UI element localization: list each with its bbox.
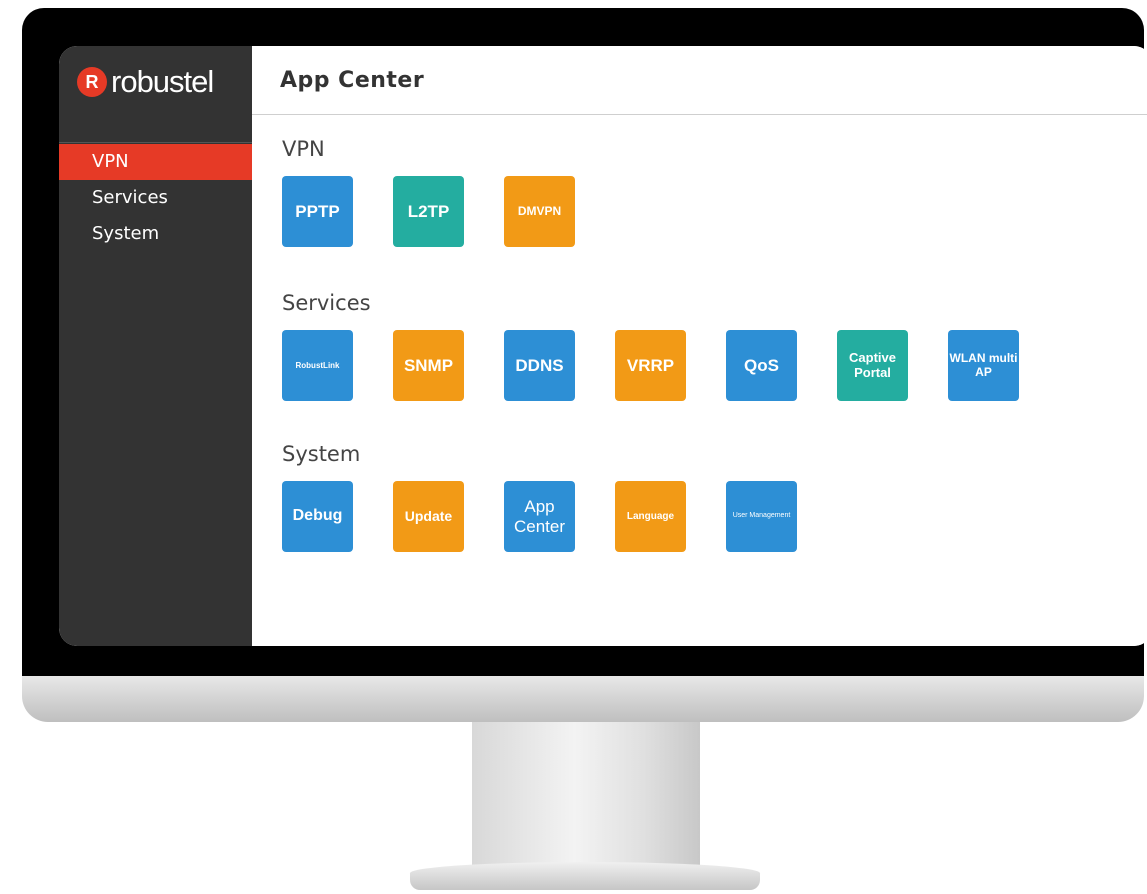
tile-row-vpn: PPTP L2TP DMVPN xyxy=(282,176,615,247)
tile-ddns[interactable]: DDNS xyxy=(504,330,575,401)
sidebar-item-vpn[interactable]: VPN xyxy=(59,144,252,180)
sidebar-item-system[interactable]: System xyxy=(59,216,252,252)
monitor-frame: R robustel VPN Services System App Cente… xyxy=(22,8,1147,676)
robustel-logo-icon: R xyxy=(77,67,107,97)
section-services: Services RobustLink SNMP DDNS VRRP QoS C… xyxy=(282,288,1059,401)
tile-vrrp[interactable]: VRRP xyxy=(615,330,686,401)
main-header: App Center xyxy=(252,46,1147,115)
section-system: System Debug Update App Center Language … xyxy=(282,439,837,552)
sidebar-nav: VPN Services System xyxy=(59,144,252,252)
sidebar: R robustel VPN Services System xyxy=(59,46,252,646)
tile-row-services: RobustLink SNMP DDNS VRRP QoS Captive Po… xyxy=(282,330,1059,401)
tile-pptp[interactable]: PPTP xyxy=(282,176,353,247)
tile-dmvpn[interactable]: DMVPN xyxy=(504,176,575,247)
tile-robustlink[interactable]: RobustLink xyxy=(282,330,353,401)
tile-wlan-multi-ap[interactable]: WLAN multi AP xyxy=(948,330,1019,401)
tile-debug[interactable]: Debug xyxy=(282,481,353,552)
section-vpn: VPN PPTP L2TP DMVPN xyxy=(282,134,615,247)
section-title-services: Services xyxy=(282,291,371,315)
main-panel: App Center VPN PPTP L2TP DMVPN Services … xyxy=(252,46,1147,646)
tile-app-center[interactable]: App Center xyxy=(504,481,575,552)
monitor-bezel xyxy=(22,676,1144,722)
section-title-system: System xyxy=(282,442,361,466)
tile-row-system: Debug Update App Center Language User Ma… xyxy=(282,481,837,552)
tile-qos[interactable]: QoS xyxy=(726,330,797,401)
tile-user-management[interactable]: User Management xyxy=(726,481,797,552)
sidebar-divider xyxy=(59,142,252,143)
brand-logo[interactable]: R robustel xyxy=(77,60,214,104)
monitor-stand-base xyxy=(410,862,760,890)
page-title: App Center xyxy=(280,67,425,93)
section-title-vpn: VPN xyxy=(282,137,325,161)
logo-text: robustel xyxy=(111,64,214,99)
sidebar-item-services[interactable]: Services xyxy=(59,180,252,216)
tile-language[interactable]: Language xyxy=(615,481,686,552)
tile-snmp[interactable]: SNMP xyxy=(393,330,464,401)
tile-captive-portal[interactable]: Captive Portal xyxy=(837,330,908,401)
monitor-stand-neck xyxy=(472,722,700,872)
tile-l2tp[interactable]: L2TP xyxy=(393,176,464,247)
screen: R robustel VPN Services System App Cente… xyxy=(59,46,1147,646)
tile-update[interactable]: Update xyxy=(393,481,464,552)
